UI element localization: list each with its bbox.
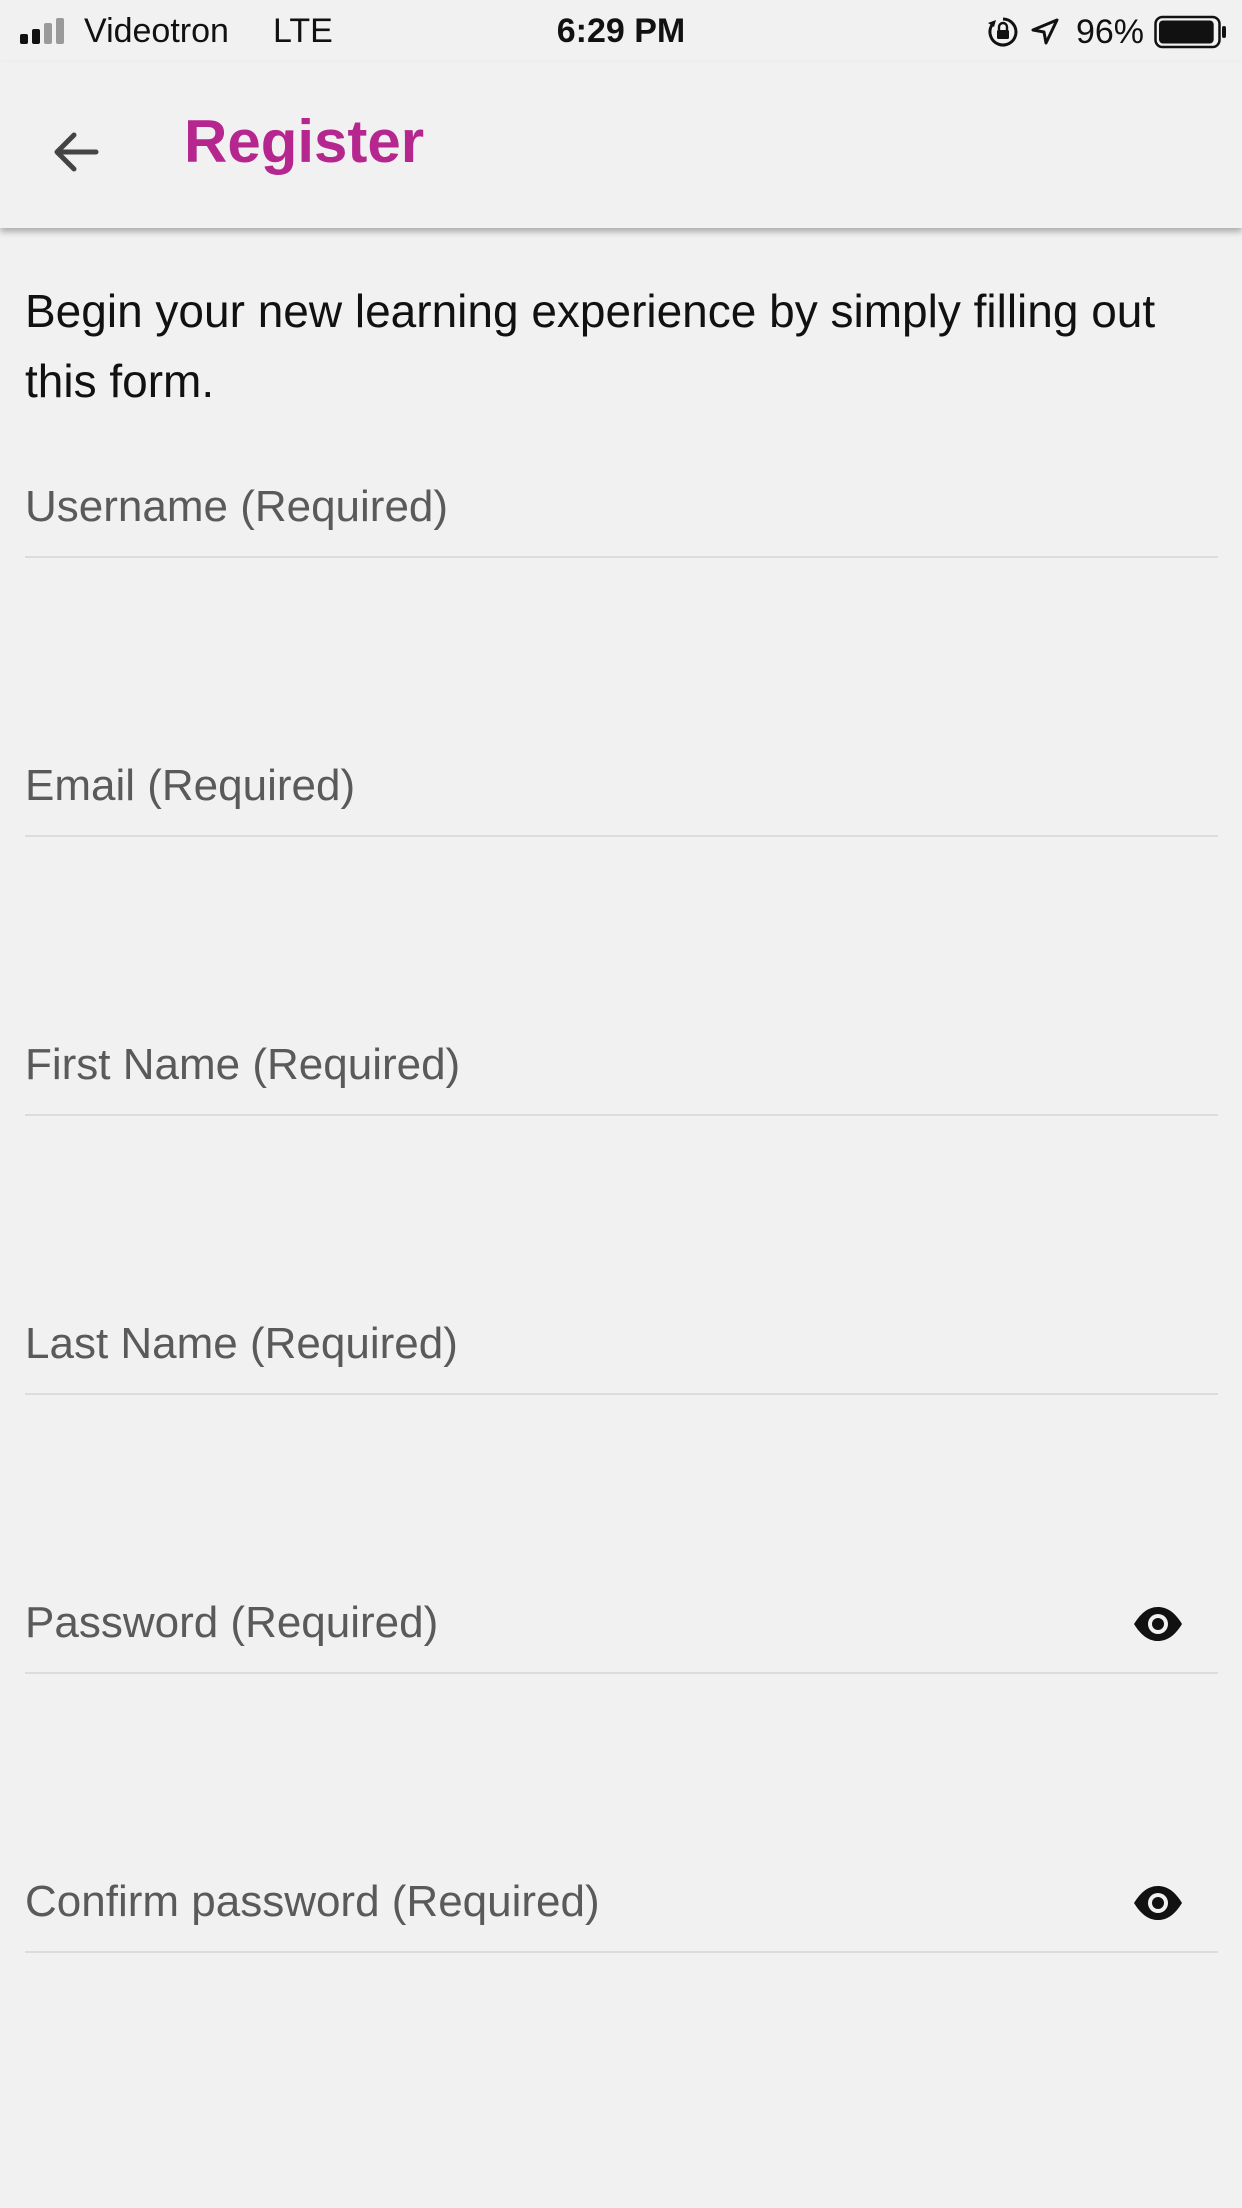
password-input[interactable]: [25, 1574, 1218, 1672]
last-name-input[interactable]: [25, 1295, 1218, 1393]
app-bar: Register: [0, 62, 1242, 228]
first-name-input[interactable]: [25, 1016, 1218, 1114]
back-button[interactable]: [30, 106, 122, 198]
username-field: [25, 458, 1218, 558]
toggle-confirm-password-visibility-button[interactable]: [1128, 1881, 1188, 1925]
confirm-password-field: [25, 1853, 1218, 1953]
page-title: Register: [184, 108, 425, 175]
username-input[interactable]: [25, 458, 1218, 556]
battery-percentage: 96%: [1075, 13, 1144, 51]
confirm-password-input[interactable]: [25, 1853, 1218, 1951]
orientation-lock-icon: [987, 17, 1018, 47]
eye-icon: [1134, 1607, 1182, 1641]
email-field: [25, 737, 1218, 837]
email-input[interactable]: [25, 737, 1218, 835]
register-form: Begin your new learning experience by si…: [0, 228, 1242, 416]
last-name-field: [25, 1295, 1218, 1395]
password-field: [25, 1574, 1218, 1674]
location-arrow-icon: [1031, 18, 1059, 45]
arrow-left-icon: [54, 132, 99, 172]
status-indicators: 96%: [986, 12, 1228, 52]
eye-icon: [1134, 1886, 1182, 1920]
status-bar: Videotron LTE 6:29 PM 96%: [0, 0, 1242, 62]
first-name-field: [25, 1016, 1218, 1116]
intro-text: Begin your new learning experience by si…: [25, 285, 1156, 407]
toggle-password-visibility-button[interactable]: [1128, 1602, 1188, 1646]
battery-icon: [1154, 15, 1226, 49]
